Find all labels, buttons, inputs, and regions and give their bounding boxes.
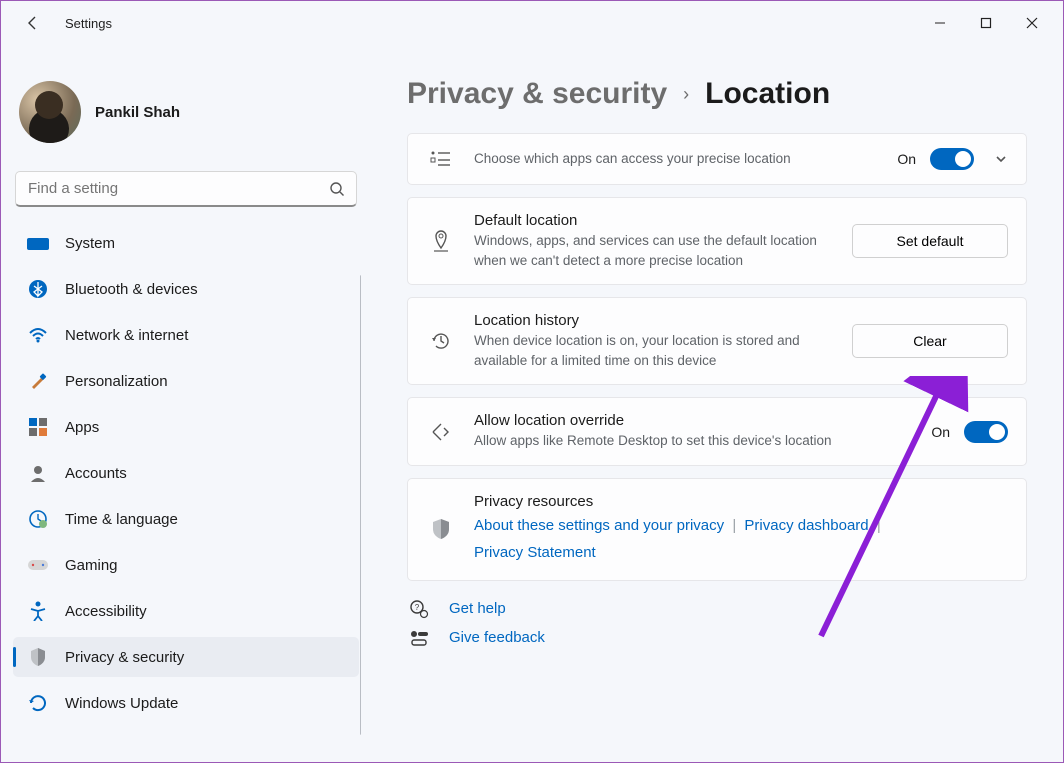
card-title: Default location — [474, 212, 834, 229]
history-icon — [426, 330, 456, 352]
card-title: Location history — [474, 312, 834, 329]
shield-icon — [426, 518, 456, 540]
feedback-icon — [407, 629, 431, 647]
sidebar: Pankil Shah System Bluetooth & devices N… — [1, 45, 371, 762]
card-desc: Windows, apps, and services can use the … — [474, 231, 834, 270]
search-input[interactable] — [15, 171, 357, 207]
sidebar-item-label: Accounts — [65, 465, 127, 482]
sidebar-item-label: Privacy & security — [65, 649, 184, 666]
arrow-left-icon — [25, 15, 41, 31]
sidebar-item-accounts[interactable]: Accounts — [13, 453, 359, 493]
override-toggle[interactable] — [964, 421, 1008, 443]
shield-icon — [27, 646, 49, 668]
card-title: Allow location override — [474, 412, 913, 429]
breadcrumb-parent[interactable]: Privacy & security — [407, 77, 667, 111]
list-icon — [426, 150, 456, 168]
profile-name: Pankil Shah — [95, 104, 180, 121]
sidebar-item-label: Bluetooth & devices — [65, 281, 198, 298]
back-button[interactable] — [17, 7, 49, 39]
search-icon — [329, 181, 345, 197]
separator: | — [732, 517, 736, 534]
avatar — [19, 81, 81, 143]
maximize-icon — [980, 17, 992, 29]
link-privacy-statement[interactable]: Privacy Statement — [474, 544, 596, 561]
apps-icon — [27, 416, 49, 438]
bluetooth-icon — [27, 278, 49, 300]
minimize-button[interactable] — [917, 7, 963, 39]
wifi-icon — [27, 324, 49, 346]
link-about-privacy[interactable]: About these settings and your privacy — [474, 517, 724, 534]
search-box — [15, 171, 357, 207]
brush-icon — [27, 370, 49, 392]
card-privacy-resources: Privacy resources About these settings a… — [407, 478, 1027, 581]
system-icon — [27, 232, 49, 254]
scrollbar[interactable] — [360, 275, 361, 735]
main-content: Privacy & security › Location Choose whi… — [371, 45, 1063, 762]
set-default-button[interactable]: Set default — [852, 224, 1008, 258]
sidebar-item-time-language[interactable]: Time & language — [13, 499, 359, 539]
svg-text:?: ? — [415, 603, 420, 612]
sidebar-item-accessibility[interactable]: Accessibility — [13, 591, 359, 631]
card-desc: When device location is on, your locatio… — [474, 331, 834, 370]
sidebar-item-label: Accessibility — [65, 603, 147, 620]
window-title: Settings — [65, 16, 112, 31]
get-help-row[interactable]: ? Get help — [407, 599, 1027, 619]
card-desc: Allow apps like Remote Desktop to set th… — [474, 431, 854, 451]
sidebar-item-label: Apps — [65, 419, 99, 436]
accessibility-icon — [27, 600, 49, 622]
give-feedback-link[interactable]: Give feedback — [449, 629, 545, 646]
card-default-location: Default location Windows, apps, and serv… — [407, 197, 1027, 285]
sidebar-item-apps[interactable]: Apps — [13, 407, 359, 447]
sidebar-item-windows-update[interactable]: Windows Update — [13, 683, 359, 723]
chevron-right-icon: › — [683, 84, 689, 105]
toggle-state-label: On — [931, 424, 950, 440]
clear-button[interactable]: Clear — [852, 324, 1008, 358]
sidebar-item-gaming[interactable]: Gaming — [13, 545, 359, 585]
override-icon — [426, 421, 456, 443]
sidebar-item-label: Windows Update — [65, 695, 178, 712]
give-feedback-row[interactable]: Give feedback — [407, 629, 1027, 647]
titlebar: Settings — [1, 1, 1063, 45]
precise-location-toggle[interactable] — [930, 148, 974, 170]
card-title: Privacy resources — [474, 493, 1008, 510]
sidebar-item-label: Time & language — [65, 511, 178, 528]
separator: | — [877, 517, 881, 534]
close-button[interactable] — [1009, 7, 1055, 39]
card-precise-location[interactable]: Choose which apps can access your precis… — [407, 133, 1027, 185]
breadcrumb-current: Location — [705, 77, 830, 111]
window-controls — [917, 7, 1055, 39]
sidebar-item-label: Network & internet — [65, 327, 188, 344]
get-help-link[interactable]: Get help — [449, 600, 506, 617]
sidebar-item-system[interactable]: System — [13, 223, 359, 263]
sidebar-item-personalization[interactable]: Personalization — [13, 361, 359, 401]
link-privacy-dashboard[interactable]: Privacy dashboard — [744, 517, 868, 534]
minimize-icon — [934, 17, 946, 29]
help-icon: ? — [407, 599, 431, 619]
sidebar-item-label: Gaming — [65, 557, 118, 574]
sidebar-item-network[interactable]: Network & internet — [13, 315, 359, 355]
profile-block[interactable]: Pankil Shah — [11, 73, 361, 159]
chevron-down-icon[interactable] — [994, 152, 1008, 166]
person-icon — [27, 462, 49, 484]
close-icon — [1026, 17, 1038, 29]
card-desc: Choose which apps can access your precis… — [474, 149, 854, 169]
footer-links: ? Get help Give feedback — [407, 599, 1027, 647]
sidebar-item-bluetooth[interactable]: Bluetooth & devices — [13, 269, 359, 309]
gamepad-icon — [27, 554, 49, 576]
clock-globe-icon — [27, 508, 49, 530]
maximize-button[interactable] — [963, 7, 1009, 39]
sidebar-item-label: System — [65, 235, 115, 252]
sidebar-item-privacy-security[interactable]: Privacy & security — [13, 637, 359, 677]
card-location-override: Allow location override Allow apps like … — [407, 397, 1027, 466]
update-icon — [27, 692, 49, 714]
toggle-state-label: On — [897, 151, 916, 167]
breadcrumb: Privacy & security › Location — [407, 77, 1027, 111]
pin-icon — [426, 229, 456, 253]
nav-list: System Bluetooth & devices Network & int… — [11, 217, 361, 750]
card-location-history: Location history When device location is… — [407, 297, 1027, 385]
sidebar-item-label: Personalization — [65, 373, 168, 390]
